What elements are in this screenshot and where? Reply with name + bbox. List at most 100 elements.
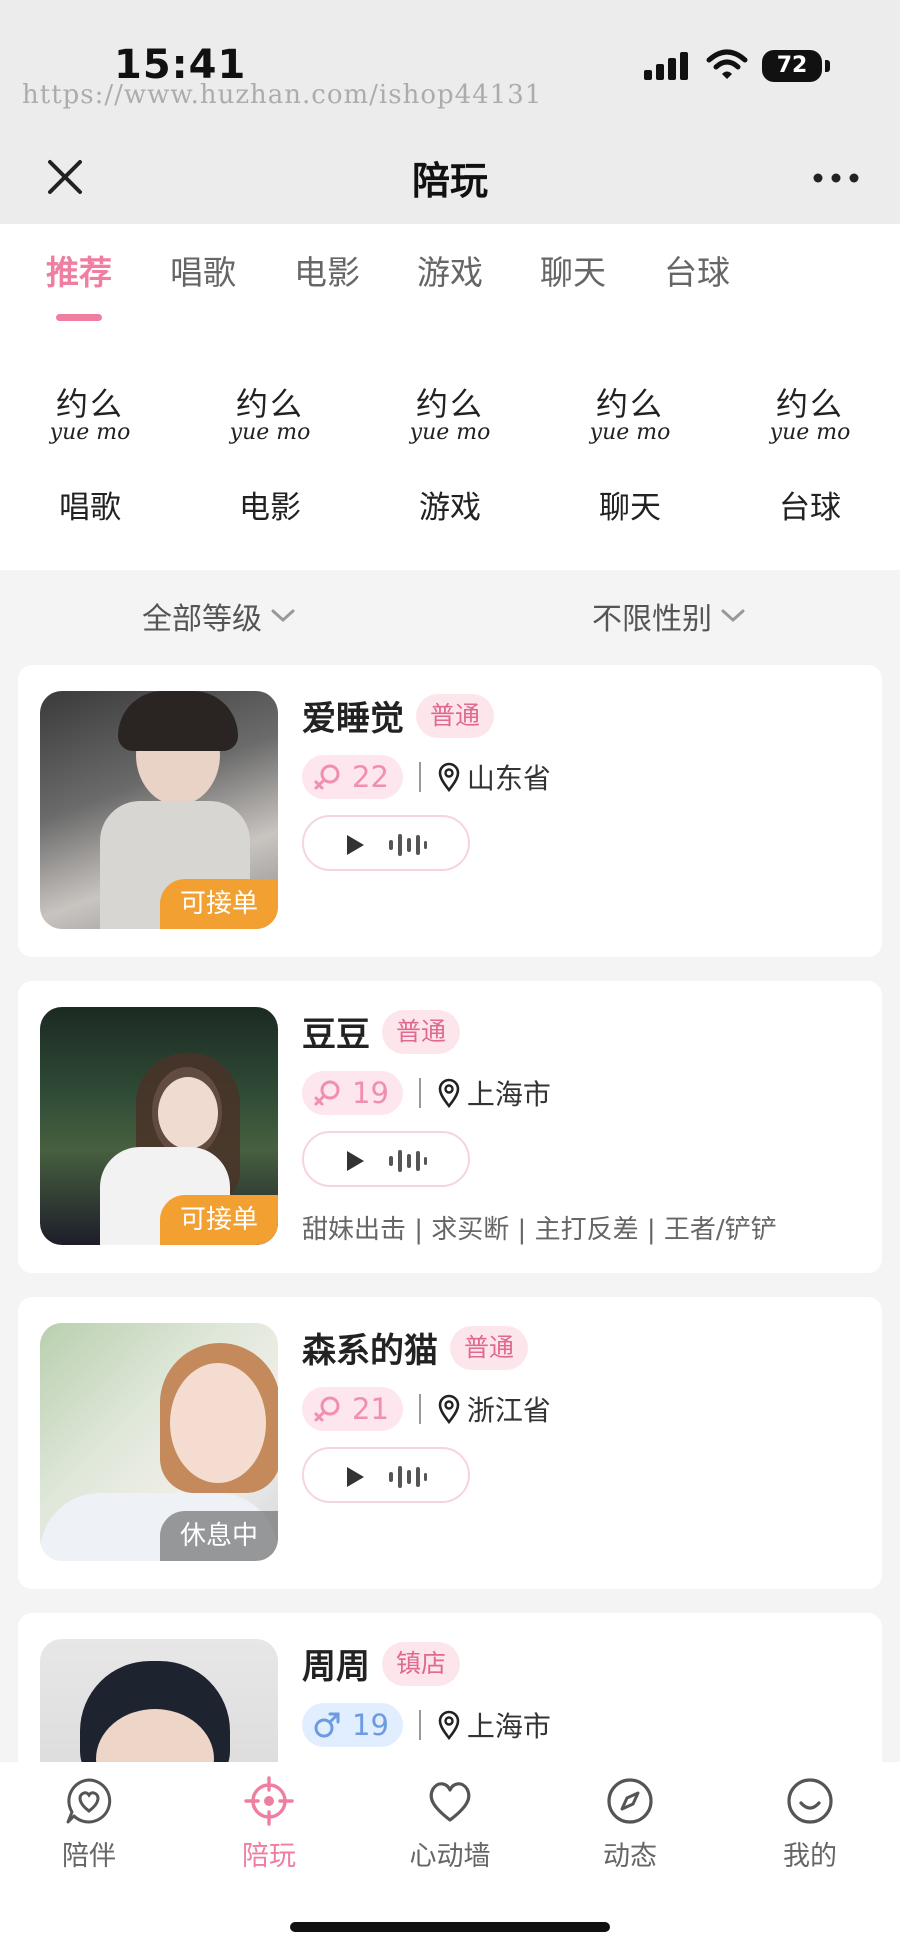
age-badge: 22 [302,755,403,799]
gender-filter-label: 不限性别 [592,602,712,637]
voice-intro-button[interactable] [302,1131,470,1187]
crosshair-icon [244,1776,294,1826]
active-tab-indicator [56,314,102,321]
tab-recommend[interactable]: 推荐 [46,246,112,294]
play-icon [347,1467,364,1487]
sound-wave-icon [389,834,427,856]
yuemo-logo: 约么 yue mo [769,385,851,445]
nav-bar: 陪玩 [0,130,900,224]
play-icon [347,835,364,855]
sound-wave-icon [389,1466,427,1488]
divider [418,762,421,792]
age-badge: 21 [302,1387,403,1431]
level-badge: 普通 [382,1009,461,1054]
battery-icon: 72 [762,50,830,82]
signal-icon [644,52,688,80]
tab-companion[interactable]: 陪伴 [29,1776,149,1873]
yuemo-logo: 约么 yue mo [409,385,491,445]
level-badge: 普通 [450,1325,529,1370]
tag-list: 甜妹出击 | 求买断 | 主打反差 | 王者/铲铲 [302,1215,777,1245]
location: 上海市 [437,1073,551,1113]
companion-card[interactable]: 可接单 豆豆 普通 19 上海市 甜妹出击 | 求买断 | 主打反差 | 王者/… [18,981,882,1273]
level-badge: 普通 [416,693,495,738]
category-sing[interactable]: 约么 yue mo 唱歌 [30,388,150,527]
location: 浙江省 [437,1389,551,1429]
avatar-photo: 可接单 [40,691,278,929]
category-billiards[interactable]: 约么 yue mo 台球 [750,388,870,527]
divider [418,1394,421,1424]
tab-game[interactable]: 游戏 [417,246,483,294]
level-badge: 镇店 [382,1641,461,1686]
companion-name: 豆豆 普通 [302,1007,461,1056]
location-pin-icon [438,1710,460,1740]
sound-wave-icon [389,1150,427,1172]
location-pin-icon [438,1394,460,1424]
companion-meta: 22 山东省 [302,755,551,799]
category-label: 聊天 [599,490,661,526]
yuemo-logo: 约么 yue mo [229,385,311,445]
location: 山东省 [437,757,551,797]
compass-icon [607,1778,653,1824]
female-icon [314,1080,340,1106]
location-pin-icon [438,762,460,792]
chevron-down-icon [271,609,295,623]
status-badge: 可接单 [160,1195,278,1245]
companion-card[interactable]: 休息中 森系的猫 普通 21 浙江省 [18,1297,882,1589]
companion-meta: 19 上海市 [302,1071,551,1115]
tab-profile[interactable]: 我的 [750,1776,870,1873]
tab-heart-wall[interactable]: 心动墙 [390,1776,510,1873]
tab-sing[interactable]: 唱歌 [170,246,236,294]
companion-name: 爱睡觉 普通 [302,691,495,740]
yuemo-logo: 约么 yue mo [49,385,131,445]
category-movie[interactable]: 约么 yue mo 电影 [210,388,330,527]
category-label: 台球 [779,490,841,526]
companion-meta: 19 上海市 [302,1703,551,1747]
tab-moments[interactable]: 动态 [570,1776,690,1873]
category-label: 游戏 [419,490,481,526]
divider [418,1078,421,1108]
age-badge: 19 [302,1071,403,1115]
yuemo-logo: 约么 yue mo [589,385,671,445]
divider [418,1710,421,1740]
category-tabs: 推荐 唱歌 电影 游戏 聊天 台球 [0,246,900,316]
wifi-icon [706,49,748,79]
heart-chat-icon [66,1778,112,1824]
voice-intro-button[interactable] [302,815,470,871]
category-game[interactable]: 约么 yue mo 游戏 [390,388,510,527]
category-chat[interactable]: 约么 yue mo 聊天 [570,388,690,527]
companion-card[interactable]: 可接单 爱睡觉 普通 22 山东省 [18,665,882,957]
more-icon[interactable] [812,166,860,190]
tab-playmate[interactable]: 陪玩 [209,1776,329,1873]
smile-icon [787,1778,833,1824]
female-icon [314,764,340,790]
gender-filter[interactable]: 不限性别 [592,594,746,638]
voice-intro-button[interactable] [302,1447,470,1503]
level-filter-label: 全部等级 [142,602,262,637]
page-title: 陪玩 [411,159,488,203]
companion-name: 周周 镇店 [302,1639,461,1688]
top-section: 推荐 唱歌 电影 游戏 聊天 台球 约么 yue mo 唱歌 约么 yue mo 电… [0,224,900,570]
tab-billiards[interactable]: 台球 [664,246,730,294]
heart-icon [429,1782,471,1822]
play-icon [347,1151,364,1171]
level-filter[interactable]: 全部等级 [142,594,296,638]
status-badge: 休息中 [160,1511,278,1561]
location-pin-icon [438,1078,460,1108]
avatar-photo: 可接单 [40,1007,278,1245]
age-badge: 19 [302,1703,403,1747]
watermark: https://www.huzhan.com/ishop44131 [22,80,543,110]
home-indicator[interactable] [290,1922,610,1932]
companion-meta: 21 浙江省 [302,1387,551,1431]
tab-movie[interactable]: 电影 [294,246,360,294]
companion-name: 森系的猫 普通 [302,1323,529,1372]
avatar-photo: 休息中 [40,1323,278,1561]
chevron-down-icon [721,609,745,623]
location: 上海市 [437,1705,551,1745]
status-bar: 15:41 https://www.huzhan.com/ishop44131 … [0,0,900,130]
category-label: 电影 [239,490,301,526]
female-icon [314,1396,340,1422]
male-icon [314,1712,340,1738]
category-label: 唱歌 [59,490,121,526]
tab-chat[interactable]: 聊天 [540,246,606,294]
status-badge: 可接单 [160,879,278,929]
